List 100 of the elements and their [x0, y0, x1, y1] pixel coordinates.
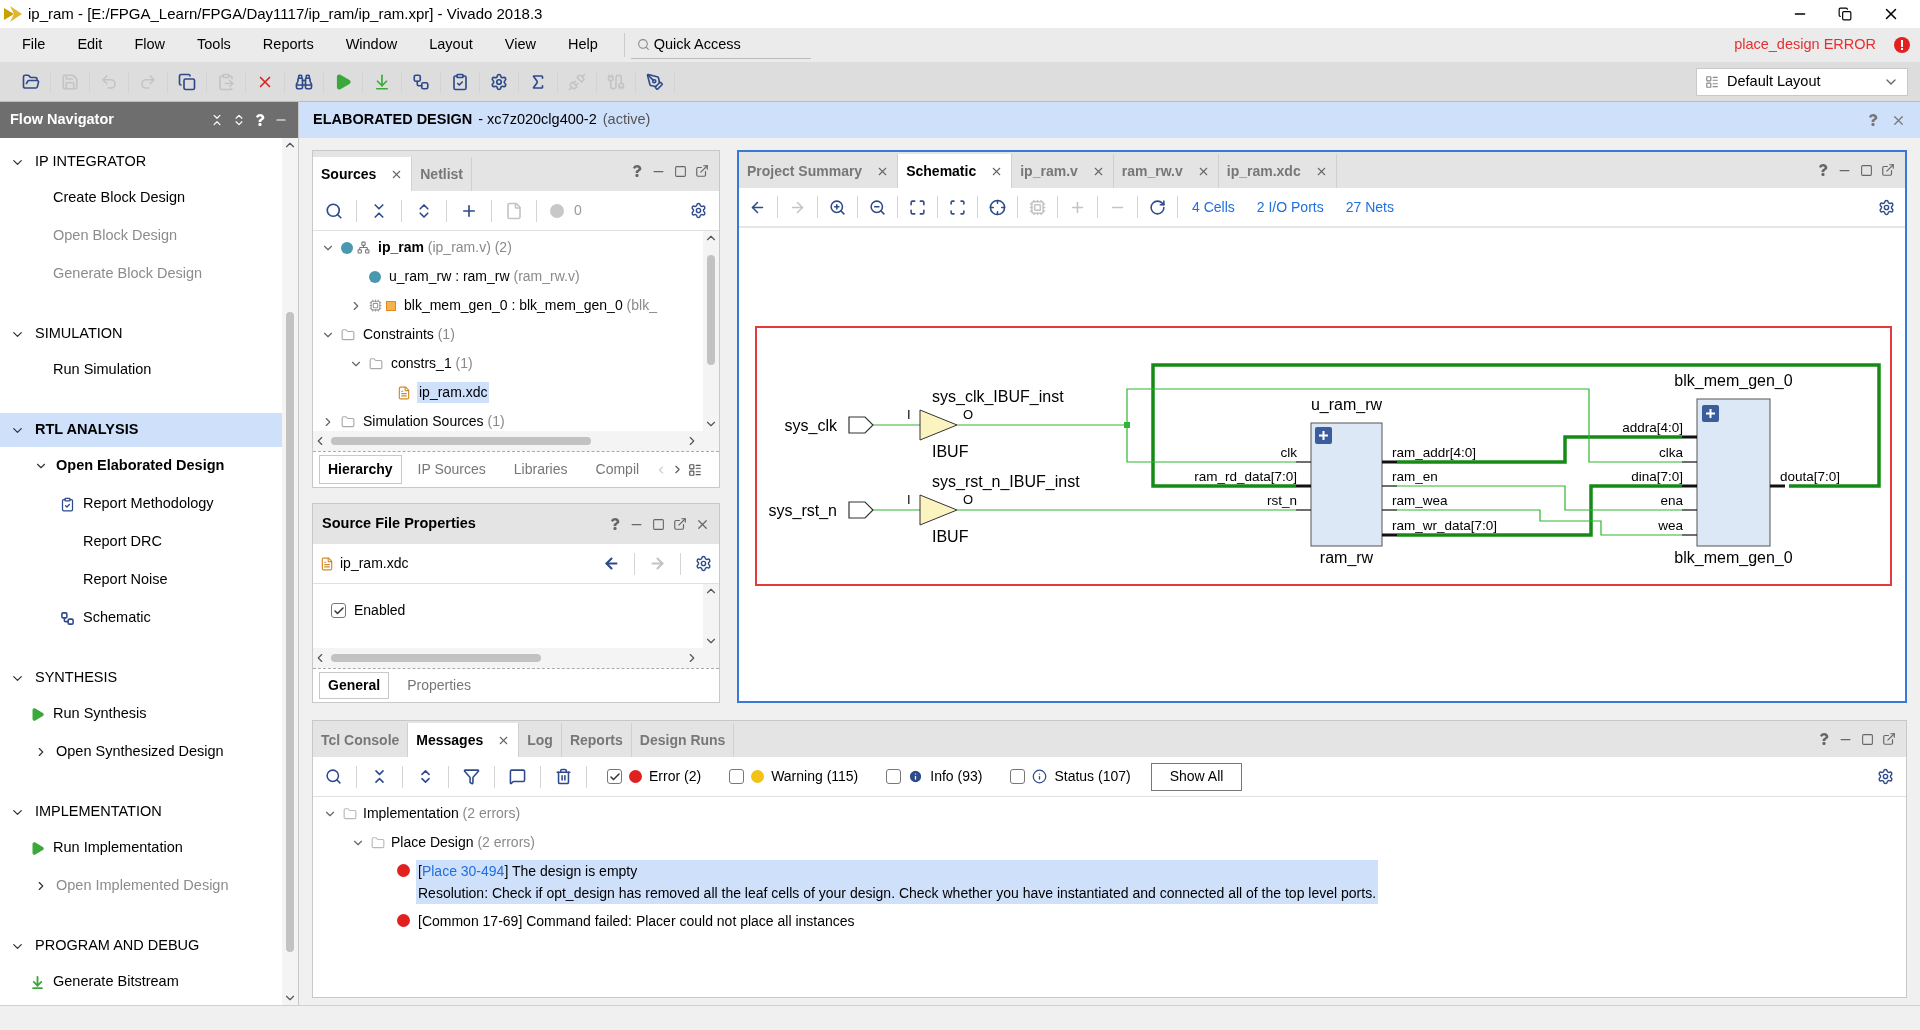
nav-item[interactable]: Generate Bitstream: [53, 971, 179, 993]
stats-link[interactable]: 4 Cells: [1192, 196, 1235, 218]
scrollbar-thumb[interactable]: [331, 437, 591, 445]
message-row[interactable]: [Common 17-69] Command failed: Placer could not place all instances: [416, 910, 857, 932]
quick-access-field[interactable]: Quick Access: [653, 33, 794, 56]
menu-item[interactable]: Edit: [65, 34, 115, 56]
menu-item[interactable]: Reports: [250, 34, 326, 56]
fit-icon[interactable]: [909, 198, 926, 216]
menu-item[interactable]: Tools: [185, 34, 243, 56]
panel-tab[interactable]: Sources: [313, 157, 413, 191]
crosshair-icon[interactable]: [989, 198, 1006, 216]
nav-section[interactable]: SYNTHESIS: [0, 661, 282, 695]
nav-item[interactable]: Report Methodology: [83, 493, 214, 515]
maximize-icon[interactable]: [1861, 732, 1874, 746]
menu-item[interactable]: File: [10, 34, 58, 56]
stats-link[interactable]: 2 I/O Ports: [1256, 196, 1324, 218]
binoculars-icon[interactable]: [295, 72, 313, 91]
help-icon[interactable]: [254, 114, 266, 126]
nav-item[interactable]: Open Synthesized Design: [56, 741, 224, 763]
scrollbar-thumb[interactable]: [707, 255, 715, 365]
message-row[interactable]: [Place 30-494] The design is empty Resolution: Check if opt_design has removed all the leaf cells of your design. Check whether you have instantiated and connected all of the top level ports.: [416, 860, 1378, 904]
nav-item[interactable]: Run Implementation: [53, 837, 183, 859]
tree-item[interactable]: Place Design (2 errors): [391, 832, 535, 853]
restore-icon[interactable]: [1838, 7, 1852, 21]
menu-item[interactable]: Layout: [417, 34, 485, 56]
nav-item[interactable]: Open Elaborated Design: [56, 455, 225, 477]
expand-icon[interactable]: [1702, 405, 1719, 422]
settings-icon[interactable]: [490, 72, 508, 91]
view-tab[interactable]: Compil: [583, 456, 652, 483]
settings-icon[interactable]: [1877, 768, 1894, 785]
tree-item[interactable]: blk_mem_gen_0 : blk_mem_gen_0 (blk_: [402, 295, 659, 316]
zoom-out-icon[interactable]: [869, 198, 886, 216]
folder-icon[interactable]: [22, 72, 40, 91]
menu-icon[interactable]: [688, 462, 703, 477]
nav-section[interactable]: RTL ANALYSIS: [0, 413, 282, 447]
search-icon[interactable]: [325, 201, 343, 220]
settings-icon[interactable]: [695, 555, 712, 572]
maximize-icon[interactable]: [1860, 163, 1873, 177]
tree-item[interactable]: Constraints (1): [361, 324, 457, 345]
collapse-icon[interactable]: [210, 113, 224, 127]
settings-icon[interactable]: [690, 202, 707, 219]
tree-item[interactable]: ip_ram (ip_ram.v) (2): [376, 237, 514, 258]
maximize-icon[interactable]: [652, 517, 665, 531]
expand-icon[interactable]: [1315, 427, 1332, 444]
copy-icon[interactable]: [178, 72, 196, 91]
checkbox[interactable]: [1010, 769, 1026, 784]
checkbox[interactable]: [331, 603, 346, 618]
tree-item[interactable]: constrs_1 (1): [389, 353, 475, 374]
cell-block[interactable]: [1696, 398, 1771, 547]
menu-item[interactable]: View: [492, 34, 548, 56]
nav-section[interactable]: SIMULATION: [0, 317, 282, 351]
menu-item[interactable]: Help: [555, 34, 610, 56]
cell-block[interactable]: [1310, 422, 1383, 547]
tree-item[interactable]: Implementation (2 errors): [363, 803, 521, 824]
zoom-area-icon[interactable]: [949, 198, 966, 216]
panel-tab[interactable]: Messages: [408, 723, 520, 757]
menu-item[interactable]: Window: [333, 34, 410, 56]
run-status[interactable]: place_design ERROR: [1734, 34, 1876, 56]
tree-item[interactable]: Simulation Sources (1): [361, 411, 507, 431]
help-icon[interactable]: [631, 165, 643, 177]
nav-item[interactable]: Run Synthesis: [53, 703, 147, 725]
stats-link[interactable]: 27 Nets: [1345, 196, 1394, 218]
nav-item[interactable]: Report Noise: [83, 569, 168, 591]
help-icon[interactable]: [1867, 114, 1879, 126]
nav-item[interactable]: Report DRC: [83, 531, 162, 553]
message-icon[interactable]: [509, 768, 526, 785]
zoom-in-icon[interactable]: [829, 198, 846, 216]
search-icon[interactable]: [325, 768, 342, 785]
scrollbar-thumb[interactable]: [286, 312, 294, 952]
nav-item[interactable]: Schematic: [83, 607, 151, 629]
float-icon[interactable]: [1882, 732, 1896, 746]
trash-icon[interactable]: [555, 768, 572, 785]
view-tab[interactable]: Properties: [395, 673, 483, 698]
settings-icon[interactable]: [1878, 198, 1895, 216]
back-icon[interactable]: [603, 555, 620, 572]
menu-item[interactable]: Flow: [122, 34, 177, 56]
show-all-button[interactable]: Show All: [1150, 762, 1243, 791]
tree-item[interactable]: u_ram_rw : ram_rw (ram_rw.v): [387, 266, 582, 287]
panel-tab[interactable]: Schematic: [898, 154, 1013, 188]
view-tab[interactable]: Hierarchy: [319, 455, 402, 484]
layout-select[interactable]: Default Layout: [1696, 67, 1908, 96]
nav-section[interactable]: PROGRAM AND DEBUG: [0, 929, 282, 963]
schematic-icon[interactable]: [412, 72, 430, 91]
clipboard-icon[interactable]: [451, 72, 469, 91]
help-icon[interactable]: [1818, 733, 1830, 745]
view-tab[interactable]: IP Sources: [405, 456, 498, 483]
tree-item[interactable]: ip_ram.xdc: [417, 382, 490, 403]
message-link[interactable]: Place 30-494: [421, 863, 505, 879]
help-icon[interactable]: [1817, 164, 1829, 176]
pen-icon[interactable]: [646, 72, 664, 91]
scrollbar-thumb[interactable]: [331, 654, 541, 662]
checkbox[interactable]: [729, 769, 745, 784]
checkbox[interactable]: [607, 769, 622, 784]
float-icon[interactable]: [695, 164, 709, 178]
help-icon[interactable]: [609, 518, 621, 530]
nav-item[interactable]: Run Simulation: [53, 359, 152, 381]
nav-section[interactable]: IMPLEMENTATION: [0, 795, 282, 829]
maximize-icon[interactable]: [674, 164, 687, 178]
nav-item[interactable]: Create Block Design: [53, 187, 186, 209]
refresh-icon[interactable]: [1149, 198, 1166, 216]
